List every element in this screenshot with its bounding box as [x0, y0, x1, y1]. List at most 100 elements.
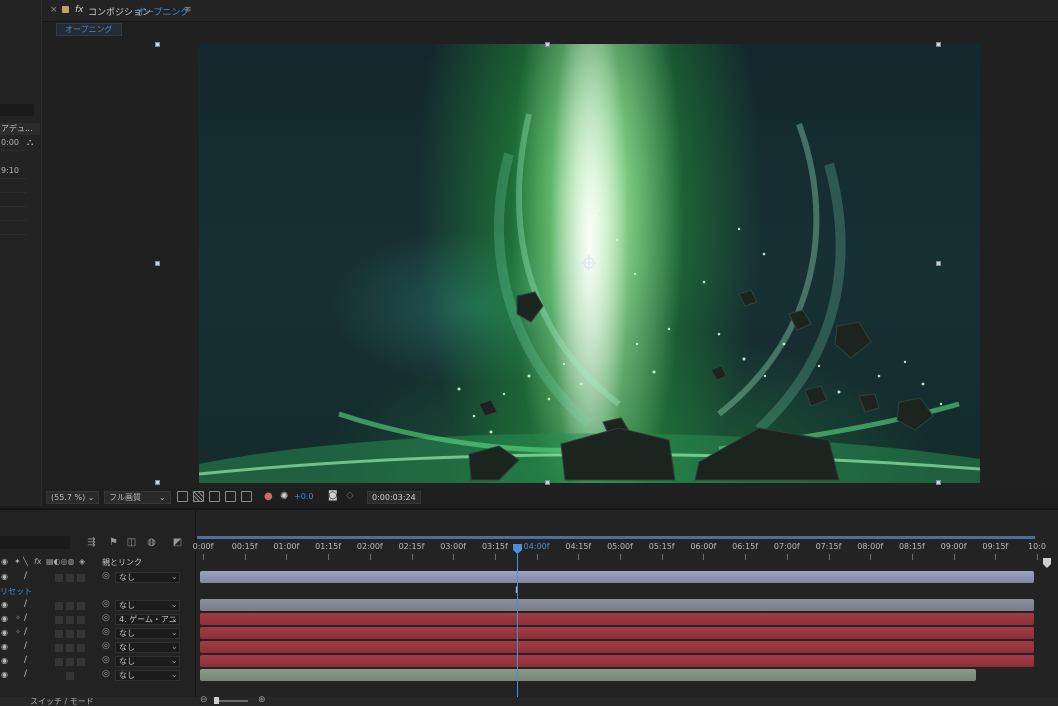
selection-handle[interactable]: [936, 261, 941, 266]
composition-subtab[interactable]: オープニング: [56, 23, 122, 36]
frame-blending-icon[interactable]: ◍: [146, 537, 157, 548]
hide-shy-layers-icon[interactable]: ◫: [126, 537, 137, 548]
layer-duration-bar[interactable]: [200, 655, 1034, 667]
layer-search-input[interactable]: [0, 536, 70, 549]
graph-editor-icon[interactable]: ◩: [172, 537, 183, 548]
switch-box[interactable]: [66, 574, 74, 582]
switch-box[interactable]: [66, 602, 74, 610]
layer-duration-bar[interactable]: [200, 627, 1034, 639]
camera-snapshot-icon[interactable]: ◙: [328, 490, 338, 501]
chevron-down-icon[interactable]: ⌄: [171, 600, 178, 609]
parent-pickwhip-icon[interactable]: ◎: [102, 599, 110, 609]
visibility-eye-icon[interactable]: ◉: [1, 600, 8, 609]
zoom-in-icon[interactable]: ⊕: [258, 695, 266, 705]
close-tab-button[interactable]: ×: [50, 5, 58, 15]
settings-icon[interactable]: ✺: [280, 491, 288, 502]
switch-box[interactable]: [55, 616, 63, 624]
parent-pickwhip-icon[interactable]: ◎: [102, 655, 110, 665]
current-time-display[interactable]: 0:00:03:24: [367, 491, 421, 504]
chevron-down-icon[interactable]: ⌄: [171, 642, 178, 651]
selection-handle[interactable]: [936, 42, 941, 47]
preset-label[interactable]: リセット: [0, 586, 32, 597]
region-of-interest-icon[interactable]: [177, 491, 188, 502]
zoom-slider-track[interactable]: [214, 700, 248, 702]
project-column-header[interactable]: アデュ...: [0, 123, 40, 135]
quality-pen-icon[interactable]: ∕: [24, 655, 27, 665]
chevron-down-icon[interactable]: ⌄: [171, 670, 178, 679]
parent-pickwhip-icon[interactable]: ◎: [102, 613, 110, 623]
visibility-eye-icon[interactable]: ◉: [1, 670, 8, 679]
layer-duration-bar[interactable]: [200, 613, 1034, 625]
timeline-track-area[interactable]: 0:00f 00:15f 01:00f 01:15f 02:00f 02:15f 03:00…: [193, 510, 1058, 706]
chevron-down-icon[interactable]: ⌄: [171, 628, 178, 637]
layer-duration-bar[interactable]: [200, 571, 1034, 583]
parent-pickwhip-icon[interactable]: ◎: [102, 641, 110, 651]
selection-handle[interactable]: [545, 42, 550, 47]
quality-pen-icon[interactable]: ∕: [24, 599, 27, 609]
quality-pen-icon[interactable]: ∕: [24, 627, 27, 637]
layer-duration-bar[interactable]: [200, 669, 976, 681]
exposure-value[interactable]: +0.0: [294, 492, 313, 501]
shy-icon[interactable]: ✧: [15, 628, 21, 636]
panel-menu-icon[interactable]: ≡: [184, 5, 192, 15]
switch-box[interactable]: [55, 658, 63, 666]
selection-handle[interactable]: [155, 480, 160, 485]
switch-box[interactable]: [66, 658, 74, 666]
shy-icon[interactable]: ✧: [15, 614, 21, 622]
switch-box[interactable]: [55, 574, 63, 582]
switch-box[interactable]: [77, 616, 85, 624]
parent-pickwhip-icon[interactable]: ◎: [102, 571, 110, 581]
chevron-down-icon[interactable]: ⌄: [171, 614, 178, 623]
switch-box[interactable]: [66, 630, 74, 638]
transparency-grid-icon[interactable]: [193, 491, 204, 502]
layer-row[interactable]: ◉ ✧ ∕ ◎ なし ⌄: [0, 627, 196, 640]
parent-pickwhip-icon[interactable]: ◎: [102, 669, 110, 679]
visibility-eye-icon[interactable]: ◉: [1, 572, 8, 581]
selection-handle[interactable]: [545, 480, 550, 485]
switch-box[interactable]: [77, 630, 85, 638]
layer-row[interactable]: ◉ ∕ ◎ なし ⌄: [0, 669, 196, 682]
switch-box[interactable]: [77, 574, 85, 582]
quality-pen-icon[interactable]: ∕: [24, 571, 27, 581]
switch-box[interactable]: [66, 644, 74, 652]
selection-handle[interactable]: [155, 261, 160, 266]
quality-pen-icon[interactable]: ∕: [24, 669, 27, 679]
playhead-line[interactable]: [517, 554, 518, 706]
composition-viewer[interactable]: [199, 44, 980, 483]
work-area-end-marker[interactable]: [1043, 558, 1051, 568]
chevron-down-icon[interactable]: ⌄: [171, 656, 178, 665]
quality-pen-icon[interactable]: ∕: [24, 641, 27, 651]
switches-modes-toggle[interactable]: スイッチ / モード: [30, 696, 94, 706]
switch-box[interactable]: [55, 644, 63, 652]
composition-name[interactable]: オープニング: [136, 5, 189, 18]
project-search-field[interactable]: [0, 104, 34, 116]
quality-pen-icon[interactable]: ∕: [24, 613, 27, 623]
zoom-dropdown[interactable]: (55.7 %) ⌄: [46, 491, 100, 504]
visibility-eye-icon[interactable]: ◉: [1, 656, 8, 665]
visibility-eye-icon[interactable]: ◉: [1, 642, 8, 651]
visibility-eye-icon[interactable]: ◉: [1, 614, 8, 623]
layer-row[interactable]: ◉ ∕ ◎ なし ⌄: [0, 571, 196, 584]
layer-row[interactable]: ◉ ✧ ∕ ◎ 4. ゲーム・アニ ⌄: [0, 613, 196, 626]
switch-box[interactable]: [55, 630, 63, 638]
layer-row[interactable]: ◉ ∕ ◎ なし ⌄: [0, 655, 196, 668]
switch-box[interactable]: [66, 616, 74, 624]
chevron-down-icon[interactable]: ⌄: [171, 572, 178, 581]
zoom-slider-thumb[interactable]: [214, 697, 219, 704]
switch-box[interactable]: [77, 658, 85, 666]
parent-pickwhip-icon[interactable]: ◎: [102, 627, 110, 637]
zoom-slider-icon[interactable]: ⊖: [200, 695, 208, 705]
switch-box[interactable]: [77, 644, 85, 652]
selection-handle[interactable]: [155, 42, 160, 47]
draft-3d-icon[interactable]: ⚑: [108, 537, 119, 548]
fx-icon[interactable]: fx: [75, 5, 84, 15]
selection-handle[interactable]: [936, 480, 941, 485]
layer-row[interactable]: ◉ ∕ ◎ なし ⌄: [0, 599, 196, 612]
time-ruler[interactable]: 0:00f 00:15f 01:00f 01:15f 02:00f 02:15f 03:00…: [193, 536, 1046, 562]
comp-mini-flowchart-icon[interactable]: ⇶: [86, 537, 97, 548]
hierarchy-icon[interactable]: ⛬: [27, 138, 33, 148]
lock-icon[interactable]: [62, 6, 69, 13]
parent-link-column-header[interactable]: 親とリンク: [102, 557, 142, 568]
visibility-eye-icon[interactable]: ◉: [1, 628, 8, 637]
layer-duration-bar[interactable]: [200, 641, 1034, 653]
